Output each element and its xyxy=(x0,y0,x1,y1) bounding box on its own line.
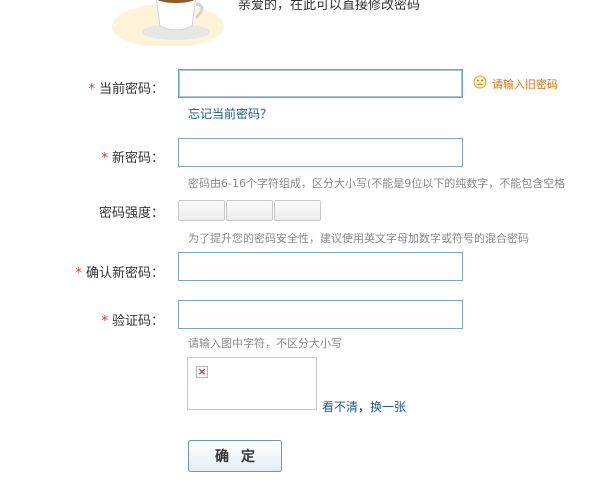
coffee-cup-illustration xyxy=(108,0,238,48)
confirm-password-label-text: 确认新密码： xyxy=(85,266,164,281)
captcha-link-separator: ， xyxy=(358,400,371,414)
required-mark: * xyxy=(101,151,108,166)
captcha-unclear-link[interactable]: 看不清 xyxy=(322,400,358,414)
captcha-image[interactable]: × xyxy=(187,357,317,410)
captcha-label-text: 验证码： xyxy=(111,314,164,329)
sad-face-icon xyxy=(473,75,487,92)
required-mark: * xyxy=(75,266,82,281)
strength-segment-medium xyxy=(226,200,273,221)
password-strength-hint: 为了提升您的密码安全性，建议使用英文字母加数字或符号的混合密码 xyxy=(188,232,529,245)
confirm-button[interactable]: 确定 xyxy=(188,440,282,472)
captcha-hint: 请输入图中字符，不区分大小写 xyxy=(188,337,342,350)
captcha-label: * 验证码： xyxy=(0,310,164,329)
new-password-hint: 密码由6-16个字符组成，区分大小写(不能是9位以下的纯数字，不能包含空格 xyxy=(188,177,566,190)
password-strength-meter xyxy=(178,200,321,221)
strength-segment-weak xyxy=(178,200,225,221)
new-password-label: * 新密码： xyxy=(0,147,164,166)
forgot-password-link[interactable]: 忘记当前密码？ xyxy=(188,105,272,122)
intro-text: 亲爱的，在此可以直接修改密码 xyxy=(238,0,421,13)
current-password-warning: 请输入旧密码 xyxy=(473,75,558,92)
strength-segment-strong xyxy=(274,200,321,221)
captcha-refresh: 看不清，换一张 xyxy=(322,398,406,415)
current-password-warning-text: 请输入旧密码 xyxy=(492,77,558,91)
current-password-label: * 当前密码： xyxy=(0,78,164,97)
required-mark: * xyxy=(101,314,108,329)
current-password-label-text: 当前密码： xyxy=(98,82,164,97)
current-password-input[interactable] xyxy=(178,69,463,98)
required-mark: * xyxy=(88,82,95,97)
captcha-input[interactable] xyxy=(178,300,463,329)
password-strength-label: 密码强度： xyxy=(0,202,164,221)
confirm-password-label: * 确认新密码： xyxy=(0,262,164,281)
new-password-input[interactable] xyxy=(178,138,463,167)
password-strength-label-text: 密码强度： xyxy=(98,206,164,221)
new-password-label-text: 新密码： xyxy=(111,151,164,166)
captcha-change-link[interactable]: 换一张 xyxy=(370,400,406,414)
broken-image-icon: × xyxy=(196,365,208,378)
confirm-password-input[interactable] xyxy=(178,252,463,281)
